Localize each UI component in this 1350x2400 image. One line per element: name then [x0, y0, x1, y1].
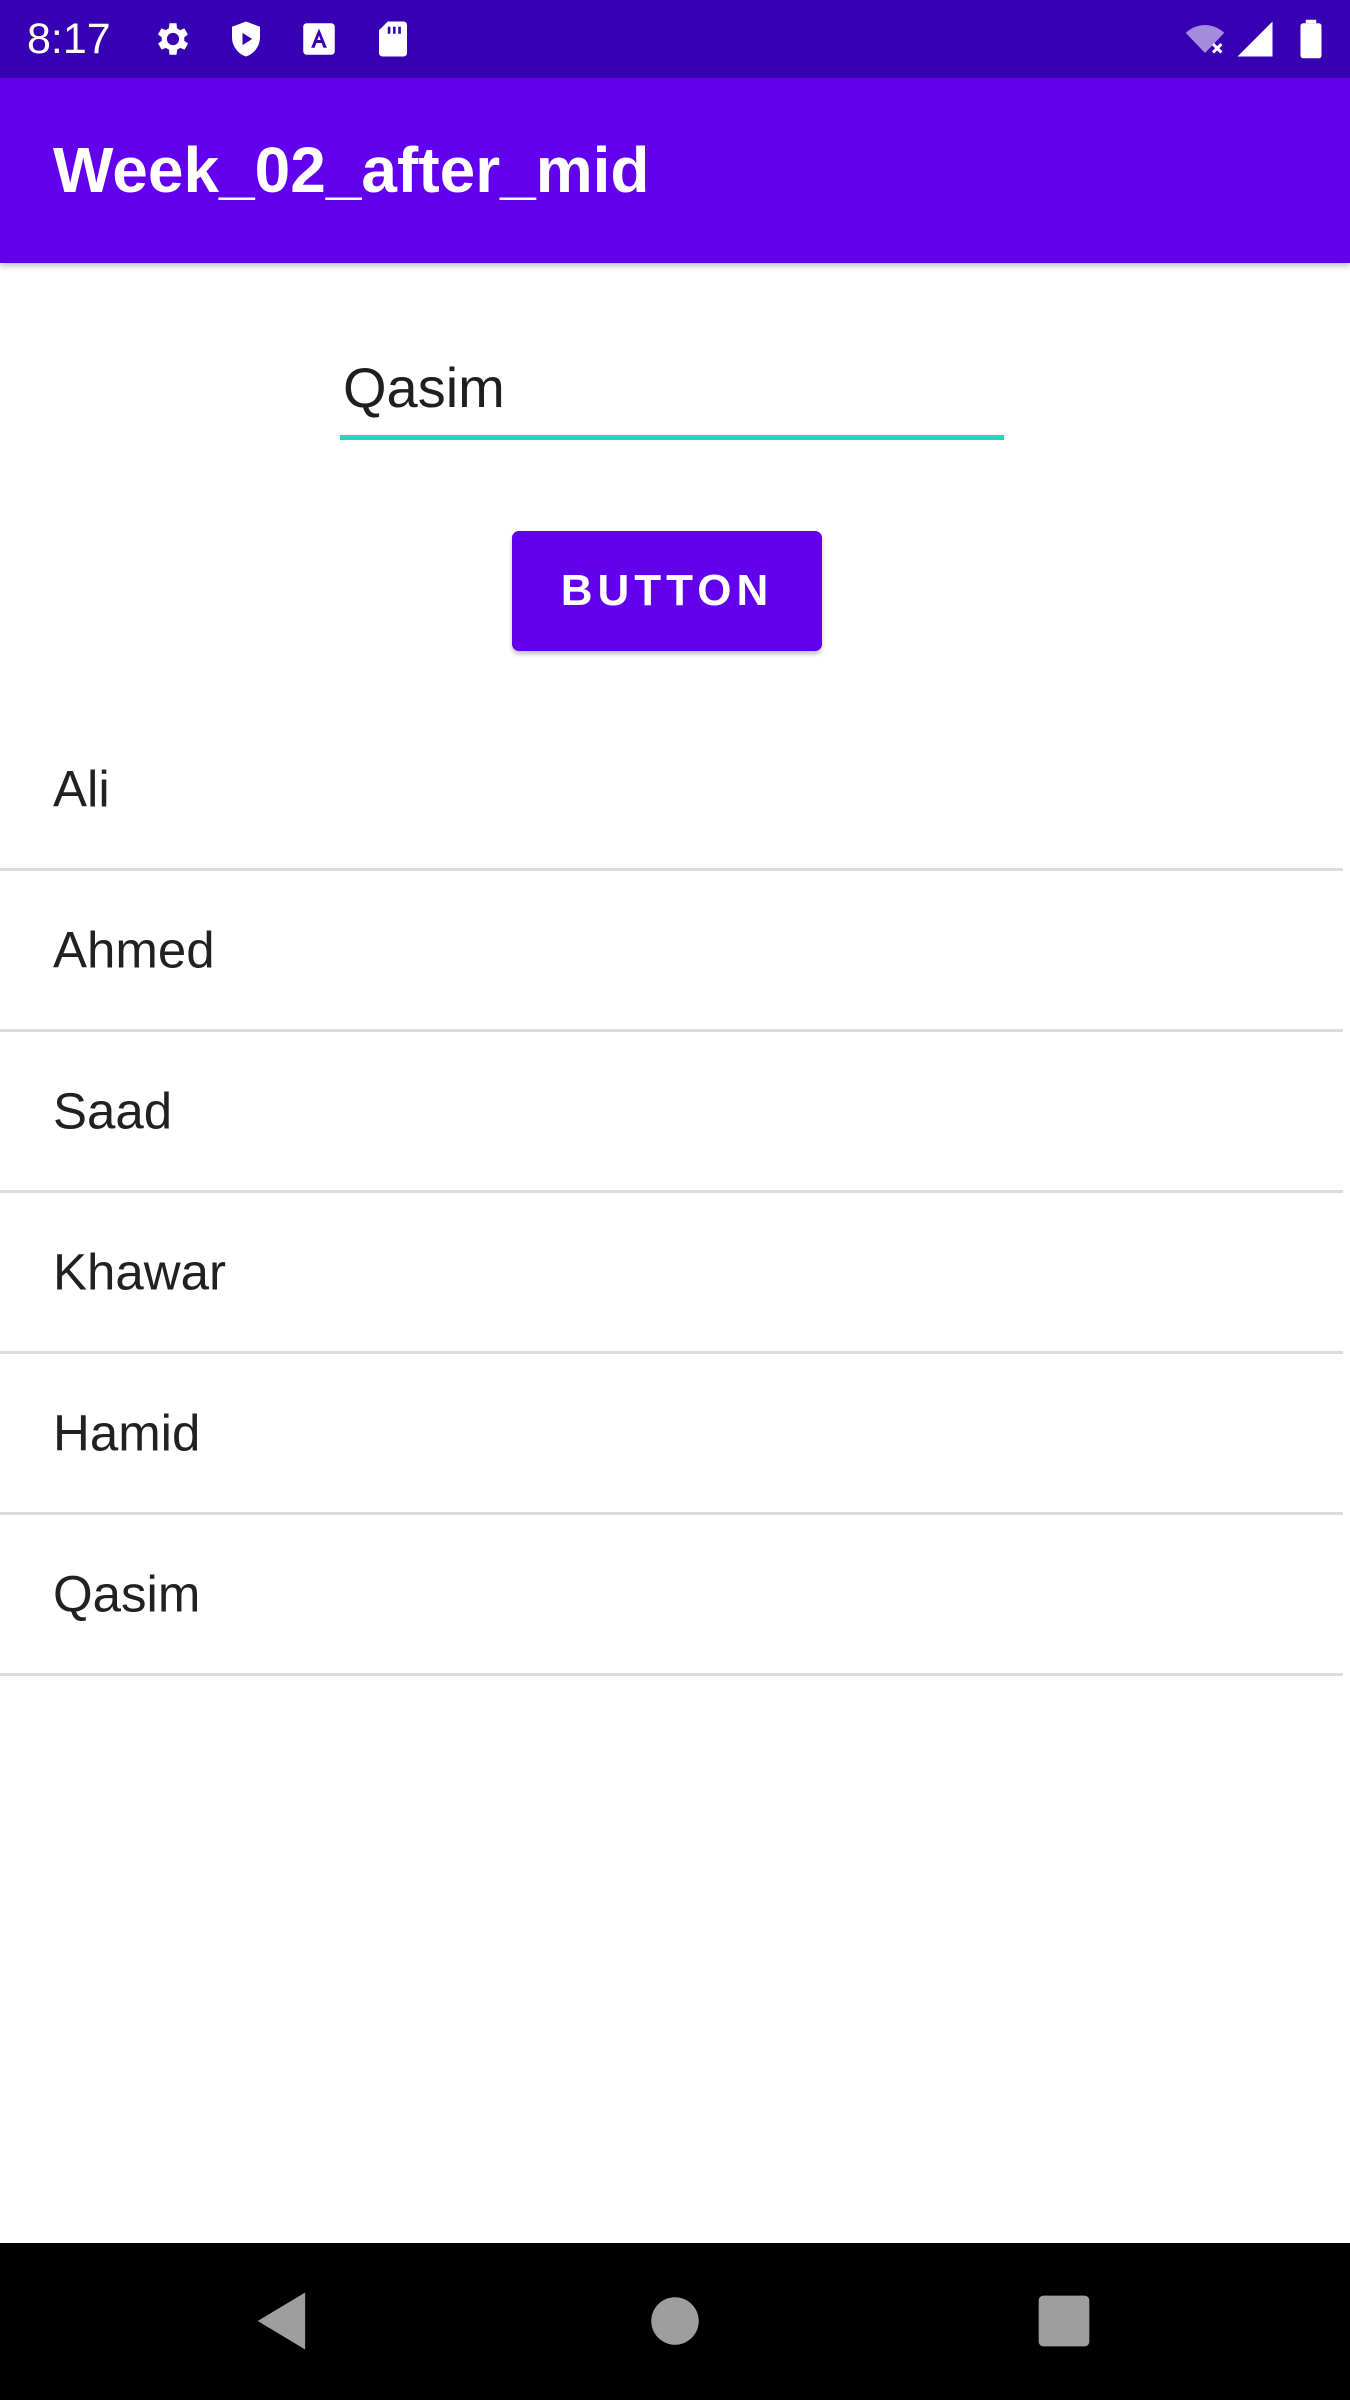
battery-icon	[1296, 18, 1326, 60]
a-box-icon	[298, 18, 340, 60]
list-item[interactable]: Khawar	[0, 1193, 1343, 1354]
list-item-label: Qasim	[53, 1565, 201, 1623]
navigation-bar	[0, 2243, 1350, 2400]
list-item[interactable]: Ahmed	[0, 871, 1343, 1032]
list-item[interactable]: Ali	[0, 710, 1343, 871]
shield-play-icon	[225, 18, 267, 60]
gear-icon	[152, 18, 194, 60]
list-item-label: Ali	[53, 760, 110, 818]
recents-icon[interactable]	[1026, 2283, 1102, 2359]
signal-icon	[1234, 18, 1276, 60]
name-list: Ali Ahmed Saad Khawar Hamid Qasim	[0, 710, 1343, 1676]
status-bar: 8:17	[0, 0, 1350, 78]
list-item-label: Khawar	[53, 1243, 226, 1301]
status-time: 8:17	[27, 15, 111, 63]
back-icon[interactable]	[245, 2283, 321, 2359]
list-item[interactable]: Saad	[0, 1032, 1343, 1193]
app-bar: Week_02_after_mid	[0, 78, 1350, 263]
add-button[interactable]: BUTTON	[512, 531, 822, 651]
app-title: Week_02_after_mid	[53, 134, 650, 206]
sd-card-icon	[372, 18, 414, 60]
list-item-label: Hamid	[53, 1404, 201, 1462]
name-input[interactable]	[340, 340, 1004, 435]
name-input-field[interactable]	[340, 340, 1004, 440]
app-screen: 8:17 Week_02_after_mid BUTTON	[0, 0, 1350, 2400]
list-item[interactable]: Hamid	[0, 1354, 1343, 1515]
list-item-label: Ahmed	[53, 921, 215, 979]
home-icon[interactable]	[637, 2283, 713, 2359]
list-item-label: Saad	[53, 1082, 173, 1140]
wifi-off-icon	[1180, 18, 1230, 60]
list-item[interactable]: Qasim	[0, 1515, 1343, 1676]
